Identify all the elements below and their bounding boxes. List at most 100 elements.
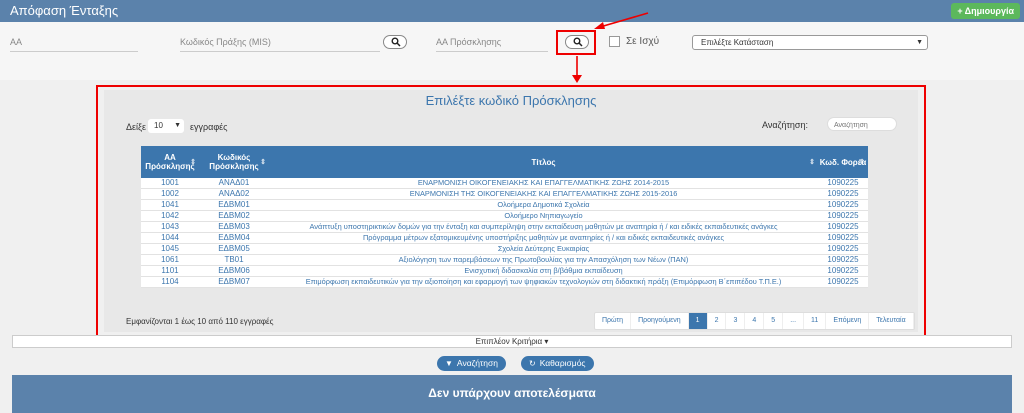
search-icon [391,37,401,47]
cell-title: Επιμόρφωση εκπαιδευτικών για την αξιοποί… [269,276,818,289]
clear-button[interactable]: ↻ Καθαρισμός [521,356,594,371]
page-link[interactable]: Τελευταία [869,313,914,329]
cell-agency: 1090225 [818,232,868,245]
column-header-agency[interactable]: Κωδ. Φορέα ⇕ [818,146,868,178]
cell-code: ΕΔΒΜ02 [199,210,269,223]
more-criteria-toggle[interactable]: Επιπλέον Κριτήρια ▾ [12,335,1012,348]
call-aa-field[interactable] [436,32,548,52]
status-select-value: Επιλέξτε Κατάσταση [701,38,774,47]
table-row[interactable]: 1041 ΕΔΒΜ01 Ολοήμερα Δημοτικά Σχολεία 10902… [141,199,868,212]
table-row[interactable]: 1002 ΑΝΑΔ02 ΕΝΑΡΜΟΝΙΣΗ ΤΗΣ ΟΙΚΟΓΕΝΕΙΑΚΗΣ Κ… [141,188,868,201]
table-row[interactable]: 1061 ΤΒ01 Αξιολόγηση των παρεμβάσεων της Π… [141,254,868,267]
page-link[interactable]: 3 [726,313,746,329]
cell-aa: 1101 [141,265,199,278]
mis-search-button[interactable] [383,35,407,49]
search-icon [573,37,583,47]
call-search-button[interactable] [565,35,589,49]
cell-title: Ολοήμερο Νηπιαγωγείο [269,210,818,223]
page-link[interactable]: 1 [688,313,708,329]
page-title: Απόφαση Ένταξης [10,3,119,18]
page-link[interactable]: 5 [764,313,784,329]
cell-code: ΕΔΒΜ05 [199,243,269,256]
cell-title: Αξιολόγηση των παρεμβάσεων της Πρωτοβουλ… [269,254,818,267]
modal-title: Επιλέξτε κωδικό Πρόσκλησης [425,93,597,108]
mis-field[interactable] [180,32,380,52]
search-button[interactable]: ▼ Αναζήτηση [437,356,506,371]
cell-title: Ολοήμερα Δημοτικά Σχολεία [269,199,818,212]
chevron-down-icon: ▼ [174,122,181,129]
caret-down-icon: ▾ [544,337,549,346]
chevron-down-icon: ▼ [445,359,453,368]
cell-aa: 1042 [141,210,199,223]
in-force-label: Σε Ισχύ [626,36,660,47]
page-link[interactable]: Πρώτη [595,313,632,329]
call-picker-modal: Επιλέξτε κωδικό Πρόσκλησης Δείξε 10 ▼ εγ… [104,90,918,332]
aa-field[interactable] [10,32,138,52]
cell-code: ΕΔΒΜ07 [199,276,269,289]
column-header-title[interactable]: Τίτλος ⇕ [269,146,818,178]
column-header-aa[interactable]: ΑΑ Πρόσκλησης ⇕ [141,146,199,178]
cell-aa: 1061 [141,254,199,267]
cell-code: ΤΒ01 [199,254,269,267]
page-size-select[interactable]: 10 ▼ [148,119,184,133]
status-select[interactable]: Επιλέξτε Κατάσταση ▼ [692,35,928,50]
cell-agency: 1090225 [818,243,868,256]
chevron-down-icon: ▼ [916,39,923,46]
aa-input[interactable] [10,32,138,51]
show-label: Δείξε [126,122,147,132]
sort-icon: ⇕ [859,159,865,166]
plus-icon: + [957,6,963,16]
table-row[interactable]: 1044 ΕΔΒΜ04 Πρόγραμμα μέτρων εξατομικευμέν… [141,232,868,245]
cell-title: Ανάπτυξη υποστηρικτικών δομών για την έν… [269,221,818,234]
pagination: Πρώτη Προηγούμενη 1 2 3 4 5... 11 Επόμενη Τελευτα… [594,312,915,330]
no-results-text: Δεν υπάρχουν αποτελέσματα [428,386,596,400]
page-link[interactable]: 4 [745,313,765,329]
page-link[interactable]: Προηγούμενη [631,313,689,329]
table-search-input[interactable] [828,119,896,132]
cell-code: ΑΝΑΔ01 [199,178,269,190]
search-label: Αναζήτηση: [762,120,808,130]
cell-agency: 1090225 [818,265,868,278]
cell-title: Ενισχυτική διδασκαλία στη β/βάθμια εκπαί… [269,265,818,278]
table-row[interactable]: 1043 ΕΔΒΜ03 Ανάπτυξη υποστηρικτικών δομών … [141,221,868,234]
page-link[interactable]: 2 [708,313,727,329]
entries-label: εγγραφές [190,122,228,132]
call-aa-input[interactable] [436,32,548,51]
in-force-checkbox[interactable] [609,36,620,47]
no-results-banner: Δεν υπάρχουν αποτελέσματα [12,375,1012,413]
cell-aa: 1044 [141,232,199,245]
table-search-field[interactable] [827,117,897,132]
cell-agency: 1090225 [818,221,868,234]
table-row[interactable]: 1101 ΕΔΒΜ06 Ενισχυτική διδασκαλία στη β/βά… [141,265,868,278]
create-button[interactable]: + Δημιουργία [951,3,1020,19]
cell-agency: 1090225 [818,254,868,267]
page-link[interactable]: 11 [804,313,827,329]
cell-code: ΕΔΒΜ03 [199,221,269,234]
cell-agency: 1090225 [818,188,868,201]
mis-input[interactable] [180,32,380,51]
cell-agency: 1090225 [818,276,868,289]
table-row[interactable]: 1001 ΑΝΑΔ01 ΕΝΑΡΜΟΝΙΣΗ ΟΙΚΟΓΕΝΕΙΑΚΗΣ ΚΑΙ Ε… [141,178,868,190]
search-button-label: Αναζήτηση [456,358,498,368]
more-criteria-label: Επιπλέον Κριτήρια [475,337,543,346]
cell-code: ΕΔΒΜ01 [199,199,269,212]
cell-agency: 1090225 [818,178,868,190]
refresh-icon: ↻ [529,359,536,368]
table-row[interactable]: 1104 ΕΔΒΜ07 Επιμόρφωση εκπαιδευτικών για τ… [141,276,868,289]
sort-icon: ⇕ [190,159,196,166]
cell-code: ΕΔΒΜ06 [199,265,269,278]
annotation-arrow-down-icon [572,56,582,83]
cell-aa: 1002 [141,188,199,201]
page-link[interactable]: ... [783,313,805,329]
cell-agency: 1090225 [818,199,868,212]
cell-title: ΕΝΑΡΜΟΝΙΣΗ ΤΗΣ ΟΙΚΟΓΕΝΕΙΑΚΗΣ ΚΑΙ ΕΠΑΓΓΕΛ… [269,188,818,201]
column-header-code[interactable]: Κωδικός Πρόσκλησης ⇕ [199,146,269,178]
page-link[interactable]: Επόμενη [826,313,870,329]
page-header: Απόφαση Ένταξης + Δημιουργία [0,0,1024,22]
cell-title: Σχολεία Δεύτερης Ευκαιρίας [269,243,818,256]
sort-icon: ⇕ [809,159,815,166]
page-size-value: 10 [154,121,163,130]
table-row[interactable]: 1042 ΕΔΒΜ02 Ολοήμερο Νηπιαγωγείο 1090225 [141,210,868,223]
table-row[interactable]: 1045 ΕΔΒΜ05 Σχολεία Δεύτερης Ευκαιρίας 1090… [141,243,868,256]
cell-aa: 1045 [141,243,199,256]
